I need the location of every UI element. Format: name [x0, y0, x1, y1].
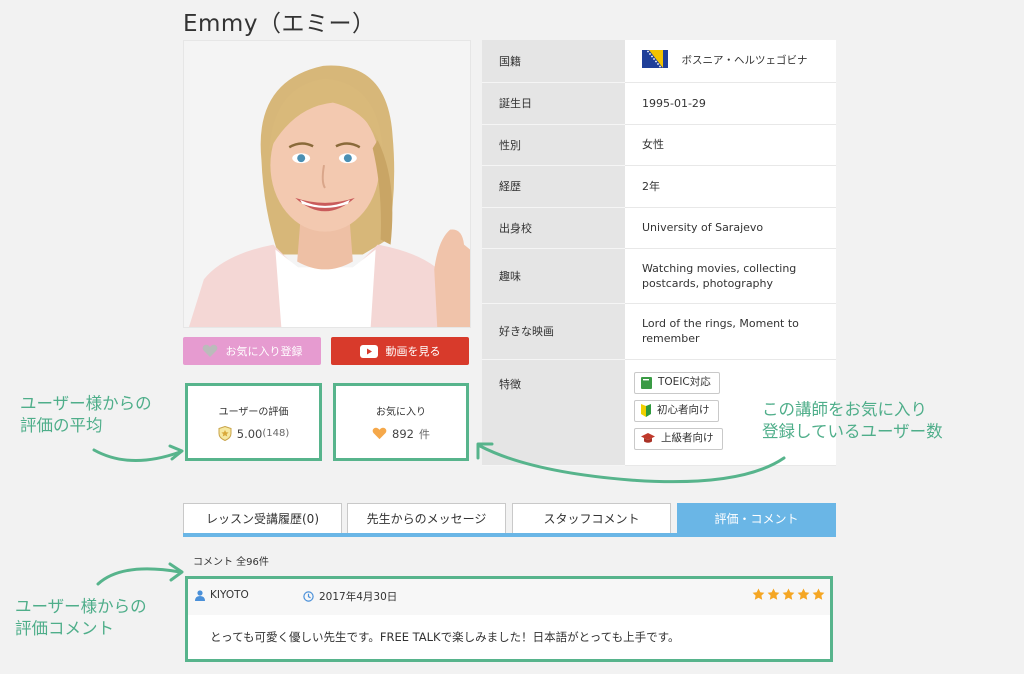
video-play-icon	[359, 344, 378, 358]
watch-video-button[interactable]: 動画を見る	[331, 337, 469, 365]
star-icon	[767, 588, 780, 600]
profile-value: 2年	[625, 165, 836, 208]
profile-row: 趣味 Watching movies, collecting postcards…	[482, 248, 836, 304]
tab-lesson-history[interactable]: レッスン受講履歴(0)	[183, 503, 342, 533]
star-icon	[812, 588, 825, 600]
comment-count: コメント 全96件	[193, 557, 269, 568]
profile-value: Lord of the rings, Moment to remember	[625, 303, 836, 360]
profile-value: 1995-01-29	[625, 82, 836, 125]
tab-ratings-comments[interactable]: 評価・コメント	[677, 503, 836, 533]
profile-key: 出身校	[482, 207, 625, 249]
favorite-button-label: お気に入り登録	[225, 345, 303, 358]
comment-username: KIYOTO	[210, 589, 249, 601]
annotation-rating: ユーザー様からの 評価の平均	[20, 394, 152, 435]
favorite-count-title: お気に入り	[376, 406, 426, 418]
profile-row: 経歴 2年	[482, 165, 836, 208]
favorite-count-value: 892	[392, 426, 414, 441]
profile-value: 女性	[625, 124, 836, 166]
teacher-photo	[183, 40, 471, 328]
comment-item: KIYOTO 2017年4月30日 とっても可愛く優しい先生です。FREE TA…	[185, 576, 833, 662]
rating-badge-icon	[218, 426, 232, 441]
profile-key: 性別	[482, 124, 625, 166]
tab-teacher-message[interactable]: 先生からのメッセージ	[347, 503, 506, 533]
user-rating-title: ユーザーの評価	[218, 407, 289, 418]
profile-key: 好きな映画	[482, 303, 625, 360]
tag-beginner: 初心者向け	[634, 399, 719, 422]
book-icon	[641, 376, 652, 389]
heart-icon	[372, 427, 387, 440]
annotation-comment: ユーザー様からの 評価コメント	[15, 597, 147, 638]
heart-icon	[202, 344, 218, 358]
rating-count: (148)	[262, 428, 290, 439]
favorite-button[interactable]: お気に入り登録	[183, 337, 321, 365]
star-icon	[752, 588, 765, 600]
comment-text: とっても可愛く優しい先生です。FREE TALKで楽しみました！日本語がとっても…	[188, 615, 830, 659]
comment-date-text: 2017年4月30日	[319, 591, 398, 603]
annotation-arrow-rating	[92, 444, 184, 462]
tab-staff-comment[interactable]: スタッフコメント	[512, 503, 671, 533]
watch-video-label: 動画を見る	[385, 345, 441, 358]
bosnia-flag-icon	[642, 49, 668, 72]
annotation-arrow-comment	[96, 562, 184, 586]
user-rating-box: ユーザーの評価 5.00 (148)	[185, 383, 322, 461]
profile-key: 経歴	[482, 165, 625, 208]
user-icon	[195, 589, 205, 601]
profile-key: 国籍	[482, 40, 625, 83]
comment-stars	[752, 588, 825, 601]
tab-bar: レッスン受講履歴(0) 先生からのメッセージ スタッフコメント 評価・コメント	[183, 503, 836, 537]
profile-value: University of Sarajevo	[625, 207, 836, 249]
profile-row: 性別 女性	[482, 124, 836, 166]
star-icon	[782, 588, 795, 600]
comment-date: 2017年4月30日	[303, 589, 397, 604]
tab-underline	[183, 533, 836, 537]
favorite-count-box: お気に入り 892 件	[333, 383, 469, 461]
beginner-mark-icon	[641, 404, 651, 417]
profile-row: 好きな映画 Lord of the rings, Moment to remem…	[482, 303, 836, 360]
tag-toeic: TOEIC対応	[634, 371, 720, 394]
favorite-count-unit: 件	[418, 427, 430, 441]
profile-key: 趣味	[482, 248, 625, 304]
profile-row: 国籍 ボスニア・ヘルツェゴビナ	[482, 40, 836, 83]
profile-value: Watching movies, collecting postcards, p…	[625, 248, 836, 304]
annotation-arrow-favorite	[476, 442, 786, 484]
profile-value-nationality: ボスニア・ヘルツェゴビナ	[681, 54, 808, 67]
clock-icon	[303, 591, 314, 602]
star-icon	[797, 588, 810, 600]
profile-row: 誕生日 1995-01-29	[482, 82, 836, 125]
rating-value: 5.00	[236, 426, 263, 441]
teacher-name: Emmy（エミー）	[183, 11, 376, 37]
profile-key: 誕生日	[482, 82, 625, 125]
profile-row: 出身校 University of Sarajevo	[482, 207, 836, 249]
comment-user: KIYOTO	[195, 589, 249, 601]
